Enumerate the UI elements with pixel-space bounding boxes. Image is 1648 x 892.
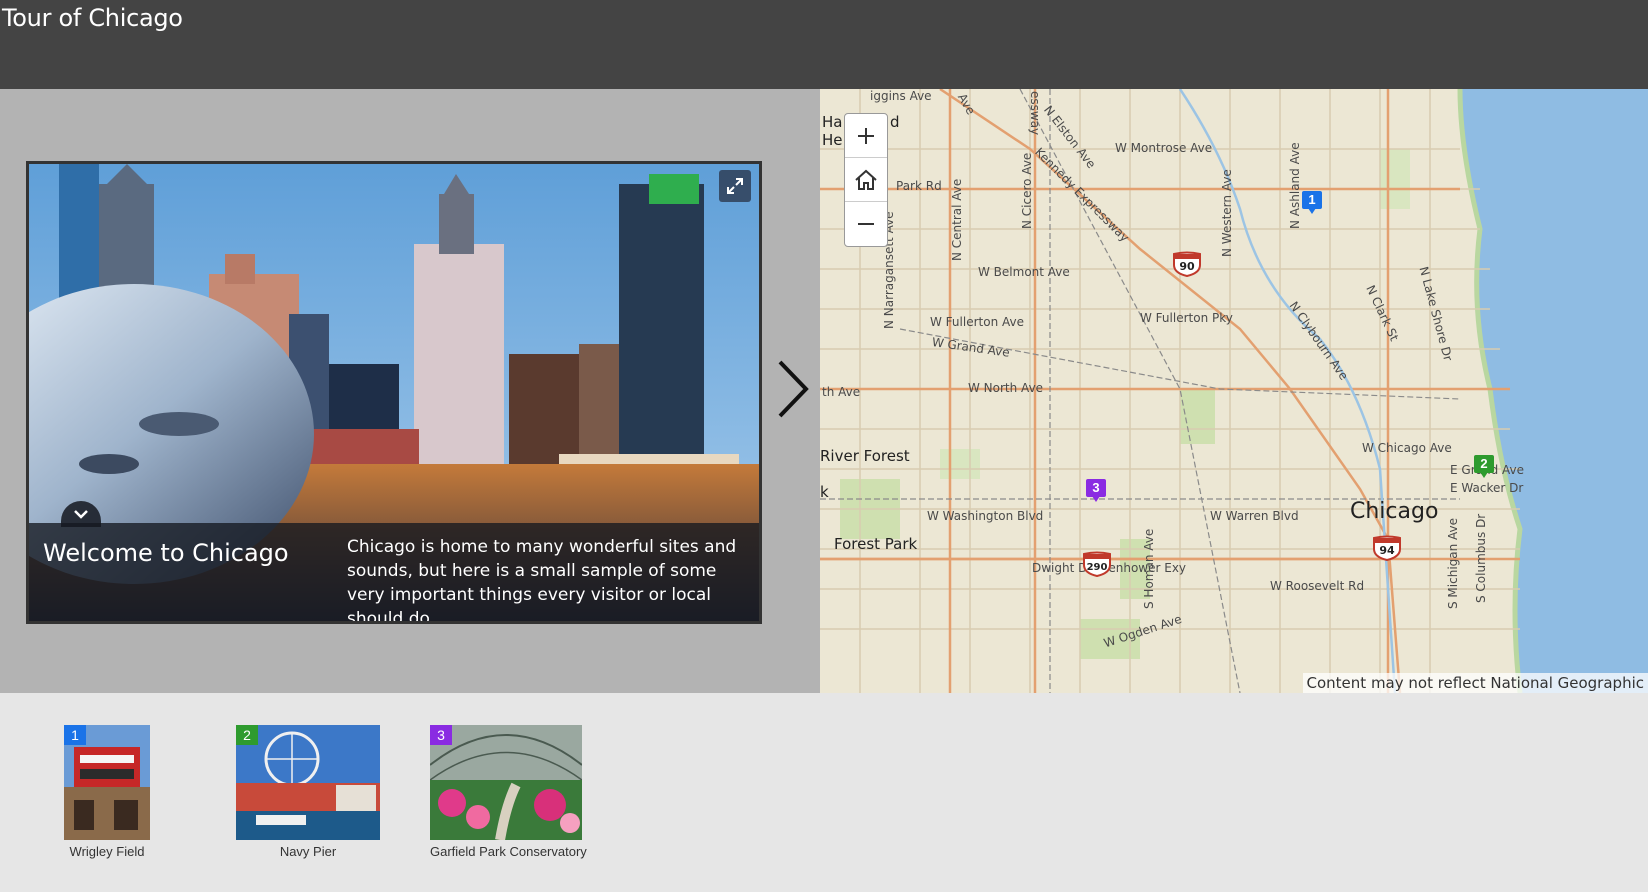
map-label-cicero: N Cicero Ave — [1020, 152, 1034, 229]
map-label-columbus: S Columbus Dr — [1474, 513, 1488, 603]
zoom-in-button[interactable] — [845, 114, 887, 158]
map-label-ha: Ha — [822, 113, 843, 131]
map-pin-3-label: 3 — [1086, 479, 1106, 497]
zoom-out-button[interactable] — [845, 202, 887, 246]
svg-text:94: 94 — [1379, 544, 1395, 557]
svg-text:290: 290 — [1087, 562, 1108, 573]
map-label-north: W North Ave — [968, 381, 1044, 395]
map-label-higgins: iggins Ave — [870, 89, 932, 103]
map-label-homan: S Homan Ave — [1142, 528, 1156, 609]
map-label-k: k — [820, 483, 829, 501]
garfield-park-conservatory-photo — [430, 725, 582, 840]
map-label-montrose: W Montrose Ave — [1115, 141, 1213, 155]
chevron-right-icon — [778, 360, 809, 418]
map-pin-2[interactable]: 2 — [1474, 455, 1494, 479]
map-label-park-rd: Park Rd — [896, 179, 942, 193]
carousel-item-garfield-park-conservatory[interactable]: 3 Garfield Park Conservatory — [430, 725, 587, 859]
chevron-down-icon — [74, 510, 88, 519]
home-icon — [855, 169, 877, 190]
map-view[interactable]: iggins Ave Ha He d Ave essway W Montrose… — [820, 89, 1648, 693]
basemap — [820, 89, 1648, 693]
app-header: Tour of Chicago — [0, 0, 1648, 89]
map-pin-2-tip — [1480, 472, 1488, 478]
next-slide-button[interactable] — [770, 354, 816, 424]
carousel-number-1: 1 — [64, 725, 86, 745]
thumbnail-garfield-park-conservatory: 3 — [430, 725, 582, 840]
expand-icon — [727, 178, 743, 194]
carousel-label-wrigley-field: Wrigley Field — [69, 844, 145, 859]
plus-icon — [858, 127, 874, 144]
map-label-warren: W Warren Blvd — [1210, 509, 1299, 523]
map-label-ave-left: th Ave — [822, 385, 861, 399]
map-label-forest-park: Forest Park — [834, 535, 918, 553]
media-viewer: Welcome to Chicago Chicago is home to ma… — [26, 161, 762, 624]
map-label-michigan: S Michigan Ave — [1446, 517, 1460, 609]
thumbnail-wrigley-field: 1 — [64, 725, 150, 840]
carousel-item-navy-pier[interactable]: 2 Navy Pier — [236, 725, 380, 859]
expand-button[interactable] — [719, 170, 751, 202]
caption-title: Welcome to Chicago — [43, 539, 289, 567]
map-pin-3-tip — [1092, 496, 1100, 502]
map-label-washington: W Washington Blvd — [927, 509, 1044, 523]
map-zoom-controls — [844, 113, 888, 247]
map-label-fullerton: W Fullerton Ave — [930, 315, 1024, 329]
map-label-river-forest: River Forest — [820, 447, 910, 465]
map-label-roosevelt: W Roosevelt Rd — [1270, 579, 1365, 593]
map-label-ashland: N Ashland Ave — [1288, 142, 1302, 229]
media-pane: Welcome to Chicago Chicago is home to ma… — [0, 89, 820, 693]
tour-carousel: 1 Wrigley Field 2 Navy Pier 3 Garfield P… — [0, 693, 1648, 892]
map-pin-1-tip — [1308, 208, 1316, 214]
home-button[interactable] — [845, 158, 887, 202]
map-attribution: Content may not reflect National Geograp… — [1302, 673, 1648, 693]
carousel-label-navy-pier: Navy Pier — [279, 844, 337, 859]
map-pin-1-label: 1 — [1302, 191, 1322, 209]
map-label-essway: essway — [1028, 91, 1042, 136]
map-label-he: He — [822, 131, 843, 149]
map-label-fullerton-pky: W Fullerton Pky — [1140, 311, 1233, 325]
map-label-belmont: W Belmont Ave — [978, 265, 1070, 279]
caption-panel: Welcome to Chicago Chicago is home to ma… — [29, 501, 759, 624]
interstate-shield-90: 90 — [1173, 251, 1201, 277]
map-pin-2-label: 2 — [1474, 455, 1494, 473]
map-pin-1[interactable]: 1 — [1302, 191, 1322, 215]
carousel-label-garfield-park-conservatory: Garfield Park Conservatory — [430, 844, 587, 859]
map-label-chicago: Chicago — [1350, 499, 1439, 524]
minus-icon — [858, 223, 874, 225]
caption-text: Chicago is home to many wonderful sites … — [347, 537, 737, 624]
carousel-item-wrigley-field[interactable]: 1 Wrigley Field — [64, 725, 150, 859]
carousel-number-2: 2 — [236, 725, 258, 745]
map-label-chicago-ave: W Chicago Ave — [1362, 441, 1452, 455]
carousel-number-3: 3 — [430, 725, 452, 745]
map-label-central: N Central Ave — [950, 178, 964, 261]
map-label-wacker: E Wacker Dr — [1450, 481, 1524, 495]
interstate-shield-94: 94 — [1373, 535, 1401, 561]
app-title: Tour of Chicago — [2, 4, 183, 32]
interstate-shield-290: 290 — [1083, 551, 1111, 577]
map-pin-3[interactable]: 3 — [1086, 479, 1106, 503]
map-label-western: N Western Ave — [1220, 169, 1234, 257]
map-label-d: d — [890, 113, 900, 131]
thumbnail-navy-pier: 2 — [236, 725, 380, 840]
svg-text:90: 90 — [1179, 260, 1195, 273]
